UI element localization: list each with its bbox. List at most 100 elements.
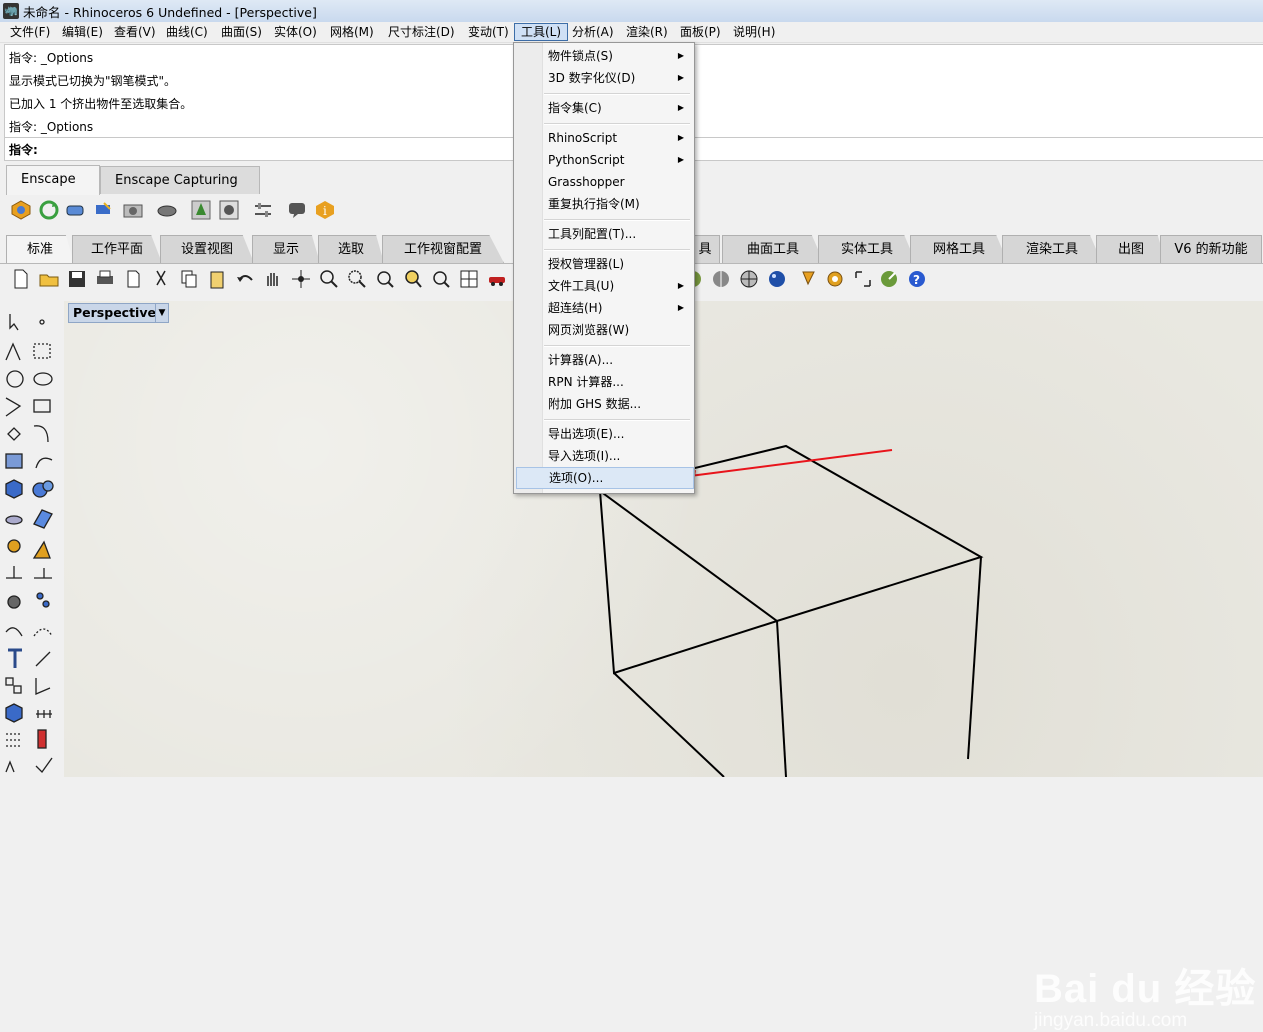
new-file-icon[interactable]	[10, 268, 32, 290]
zoom-extents-icon[interactable]	[374, 268, 396, 290]
open-folder-icon[interactable]	[38, 268, 60, 290]
tools-menu-item[interactable]: 工具列配置(T)...	[516, 224, 692, 244]
tools-menu-item[interactable]: 文件工具(U) ▶	[516, 276, 692, 296]
cut-icon[interactable]	[150, 268, 172, 290]
rotate-view-icon[interactable]	[290, 268, 312, 290]
menu-item[interactable]: 变动(T)	[462, 23, 515, 41]
asset-library-icon[interactable]	[190, 199, 212, 221]
menu-item[interactable]: 渲染(R)	[620, 23, 674, 41]
screenshot-icon[interactable]	[218, 199, 240, 221]
zoom-selected-icon[interactable]	[402, 268, 424, 290]
tools-menu-item[interactable]: RhinoScript ▶	[516, 128, 692, 148]
window-title: 未命名 - Rhinoceros 6 Undefined - [Perspect…	[23, 4, 317, 20]
menu-item[interactable]: 曲线(C)	[160, 23, 214, 41]
tools-menu-item[interactable]: 授权管理器(L)	[516, 254, 692, 274]
submenu-arrow-icon: ▶	[677, 281, 684, 290]
menu-item[interactable]: 曲面(S)	[215, 23, 268, 41]
tools-menu-item[interactable]: 重复执行指令(M)	[516, 194, 692, 214]
tools-menu-item[interactable]: 网页浏览器(W)	[516, 320, 692, 340]
tools-menu-item[interactable]: 导入选项(I)...	[516, 446, 692, 466]
menu-item-label: 重复执行指令(M)	[548, 197, 640, 211]
enscape-export-icon[interactable]	[92, 199, 114, 221]
print-icon[interactable]	[94, 268, 116, 290]
menu-item-label: 授权管理器(L)	[548, 257, 625, 271]
tools-menu-item[interactable]: Grasshopper	[516, 172, 692, 192]
submenu-arrow-icon: ▶	[677, 133, 684, 142]
menu-separator	[544, 123, 690, 125]
tools-menu-item[interactable]: 超连结(H) ▶	[516, 298, 692, 318]
spotlight-icon[interactable]	[800, 268, 822, 290]
ghosted-sphere-icon[interactable]	[710, 268, 732, 290]
import-icon[interactable]	[122, 268, 144, 290]
menu-item-label: Grasshopper	[548, 175, 625, 189]
camera-icon[interactable]	[122, 199, 144, 221]
tools-menu-item[interactable]: PythonScript ▶	[516, 150, 692, 170]
car-icon[interactable]	[486, 268, 508, 290]
left-tool-icons[interactable]	[0, 296, 62, 777]
four-viewports-icon[interactable]	[458, 268, 480, 290]
menu-item[interactable]: 面板(P)	[674, 23, 727, 41]
tab-solid-tools[interactable]: 实体工具	[818, 235, 916, 263]
about-info-icon[interactable]: i	[314, 199, 336, 221]
undo-view-icon[interactable]	[430, 268, 452, 290]
dimension-icon[interactable]	[852, 268, 874, 290]
menu-item[interactable]: 网格(M)	[324, 23, 380, 41]
watermark-logo: Bai du 经验	[1034, 967, 1257, 1011]
feedback-icon[interactable]	[286, 199, 308, 221]
tools-menu-item[interactable]: RPN 计算器...	[516, 372, 692, 392]
pan-hand-icon[interactable]	[262, 268, 284, 290]
tab-drafting[interactable]: 出图	[1096, 235, 1166, 263]
menu-item-label: 附加 GHS 数据...	[548, 397, 642, 411]
tools-menu-item[interactable]: 导出选项(E)...	[516, 424, 692, 444]
menu-separator	[544, 93, 690, 95]
tools-menu-item[interactable]: 选项(O)...	[516, 467, 694, 489]
tools-menu-item[interactable]: 计算器(A)...	[516, 350, 692, 370]
tab-render-tools[interactable]: 渲染工具	[1002, 235, 1102, 263]
svg-text:i: i	[323, 204, 327, 218]
menu-item-label: RPN 计算器...	[548, 375, 624, 389]
zoom-dynamic-icon[interactable]	[318, 268, 340, 290]
settings-sliders-icon[interactable]	[252, 199, 274, 221]
tab-cplanes[interactable]: 工作平面	[72, 235, 162, 263]
tab-set-view[interactable]: 设置视图	[160, 235, 254, 263]
tab-viewport-layout[interactable]: 工作视窗配置	[382, 235, 504, 263]
menu-item[interactable]: 尺寸标注(D)	[382, 23, 461, 41]
save-icon[interactable]	[66, 268, 88, 290]
tools-menu-item[interactable]: 3D 数字化仪(D) ▶	[516, 68, 692, 88]
zoom-window-icon[interactable]	[346, 268, 368, 290]
osnap-icon[interactable]	[878, 268, 900, 290]
submenu-arrow-icon: ▶	[677, 73, 684, 82]
menu-item[interactable]: 文件(F)	[4, 23, 56, 41]
tab-new-in-v6[interactable]: V6 的新功能	[1160, 235, 1262, 263]
paste-icon[interactable]	[206, 268, 228, 290]
menu-item[interactable]: 编辑(E)	[56, 23, 109, 41]
tab-display[interactable]: 显示	[252, 235, 320, 263]
menu-item[interactable]: 实体(O)	[268, 23, 323, 41]
enscape-sync-icon[interactable]	[38, 199, 60, 221]
tab-select[interactable]: 选取	[318, 235, 384, 263]
tab-surface-tools[interactable]: 曲面工具	[722, 235, 824, 263]
xray-sphere-icon[interactable]	[738, 268, 760, 290]
copy-icon[interactable]	[178, 268, 200, 290]
help-icon[interactable]: ?	[906, 268, 928, 290]
tab-enscape[interactable]: Enscape	[6, 165, 100, 195]
menu-item[interactable]: 查看(V)	[108, 23, 162, 41]
menu-item[interactable]: 分析(A)	[566, 23, 620, 41]
tab-mesh-tools[interactable]: 网格工具	[910, 235, 1008, 263]
tools-menu-item[interactable]: 指令集(C) ▶	[516, 98, 692, 118]
enscape-vr-icon[interactable]	[64, 199, 86, 221]
tools-menu-item[interactable]: 物件锁点(S) ▶	[516, 46, 692, 66]
tab-standard[interactable]: 标准	[6, 235, 74, 263]
menu-item[interactable]: 说明(H)	[727, 23, 781, 41]
enscape-start-icon[interactable]	[10, 199, 32, 221]
gear-icon[interactable]	[824, 268, 846, 290]
submenu-arrow-icon: ▶	[677, 155, 684, 164]
submenu-arrow-icon: ▶	[677, 303, 684, 312]
undo-icon[interactable]	[234, 268, 256, 290]
video-editor-icon[interactable]	[156, 199, 178, 221]
menu-item[interactable]: 工具(L)	[514, 23, 569, 41]
rendered-sphere-icon[interactable]	[766, 268, 788, 290]
menu-item-label: 指令集(C)	[548, 101, 602, 115]
tools-menu-item[interactable]: 附加 GHS 数据...	[516, 394, 692, 414]
tab-enscape-capturing[interactable]: Enscape Capturing	[100, 166, 260, 194]
